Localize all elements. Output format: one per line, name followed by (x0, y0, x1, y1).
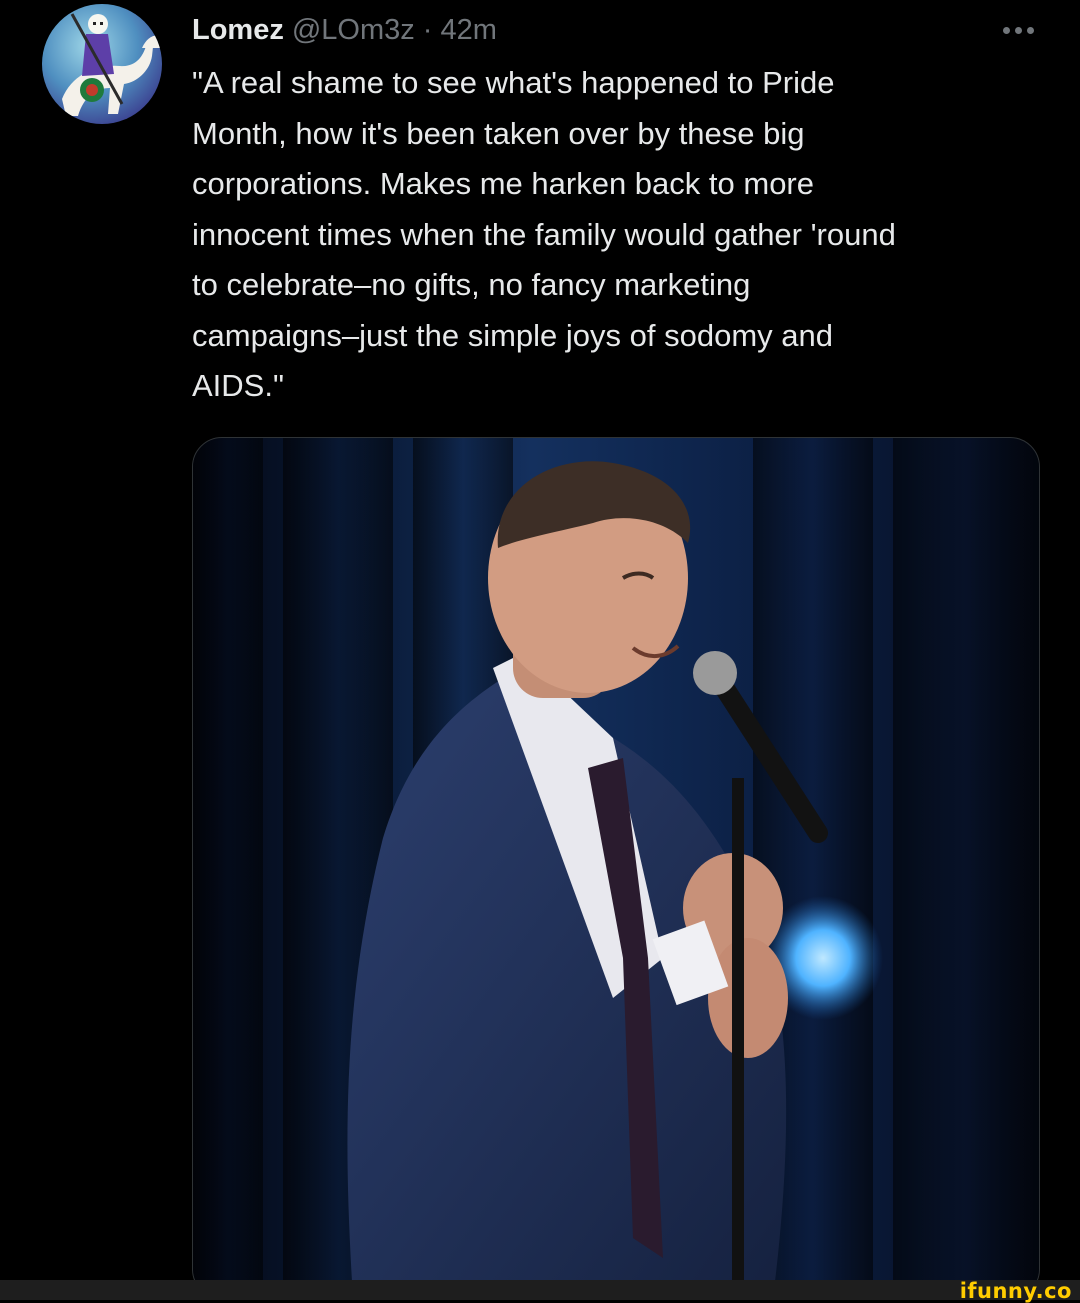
tweet-header: Lomez @LOm3z · 42m (192, 12, 497, 48)
comedian-on-stage-photo (193, 438, 1039, 1298)
author-handle[interactable]: @LOm3z (292, 14, 415, 47)
watermark-bar (0, 1280, 1080, 1300)
tweet-text: "A real shame to see what's happened to … (192, 65, 896, 403)
tweet-timestamp[interactable]: 42m (440, 14, 496, 47)
tweet-photo[interactable] (192, 437, 1040, 1299)
author-avatar[interactable] (42, 4, 162, 124)
author-display-name[interactable]: Lomez (192, 14, 284, 47)
skeleton-knight-avatar-icon (62, 13, 162, 116)
ellipsis-icon (1002, 26, 1034, 34)
header-separator: · (422, 13, 433, 46)
more-options-button[interactable] (996, 16, 1040, 44)
ifunny-watermark: ifunny.co (959, 1279, 1072, 1303)
